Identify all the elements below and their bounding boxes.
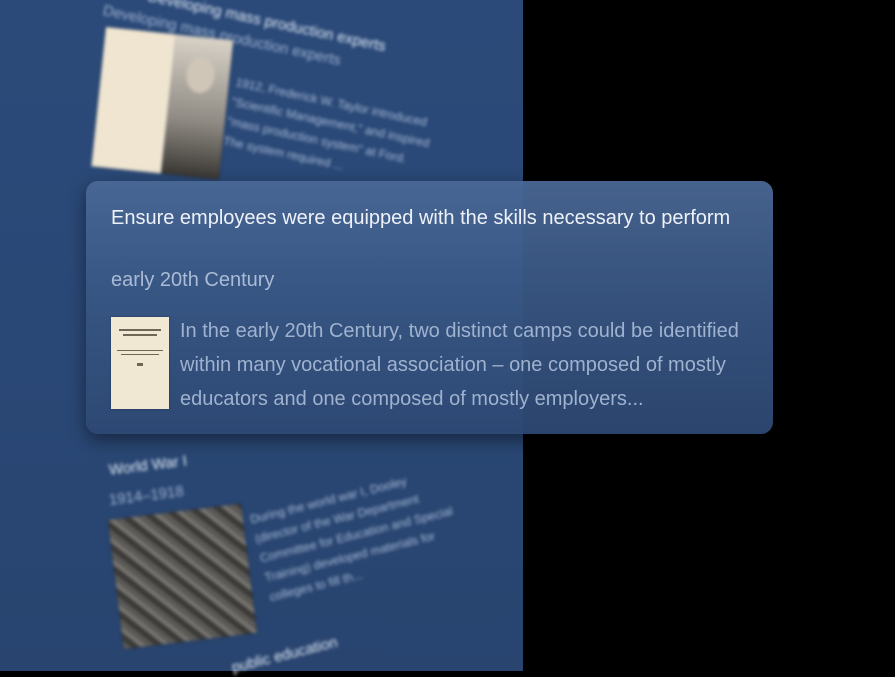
timeline-item-title-ww1: World War I bbox=[108, 452, 188, 479]
popup-body: In the early 20th Century, two distinct … bbox=[180, 320, 739, 410]
popup-date: early 20th Century bbox=[111, 269, 275, 291]
timeline-popup-card[interactable]: Ensure employees were equipped with the … bbox=[86, 181, 773, 434]
timeline-item-body-ww1: During the world war I, Dooley (director… bbox=[248, 474, 455, 605]
document-thumbnail bbox=[111, 317, 169, 409]
timeline-item-date-ww1: 1914–1918 bbox=[108, 482, 185, 509]
timeline-item-title-education: public education bbox=[230, 633, 340, 677]
ww1-photo bbox=[108, 503, 257, 650]
taylor-photo bbox=[91, 27, 234, 180]
popup-title: Ensure employees were equipped with the … bbox=[111, 207, 731, 229]
timeline-item-body: 1912, Frederick W. Taylor introduced "Sc… bbox=[221, 74, 431, 173]
